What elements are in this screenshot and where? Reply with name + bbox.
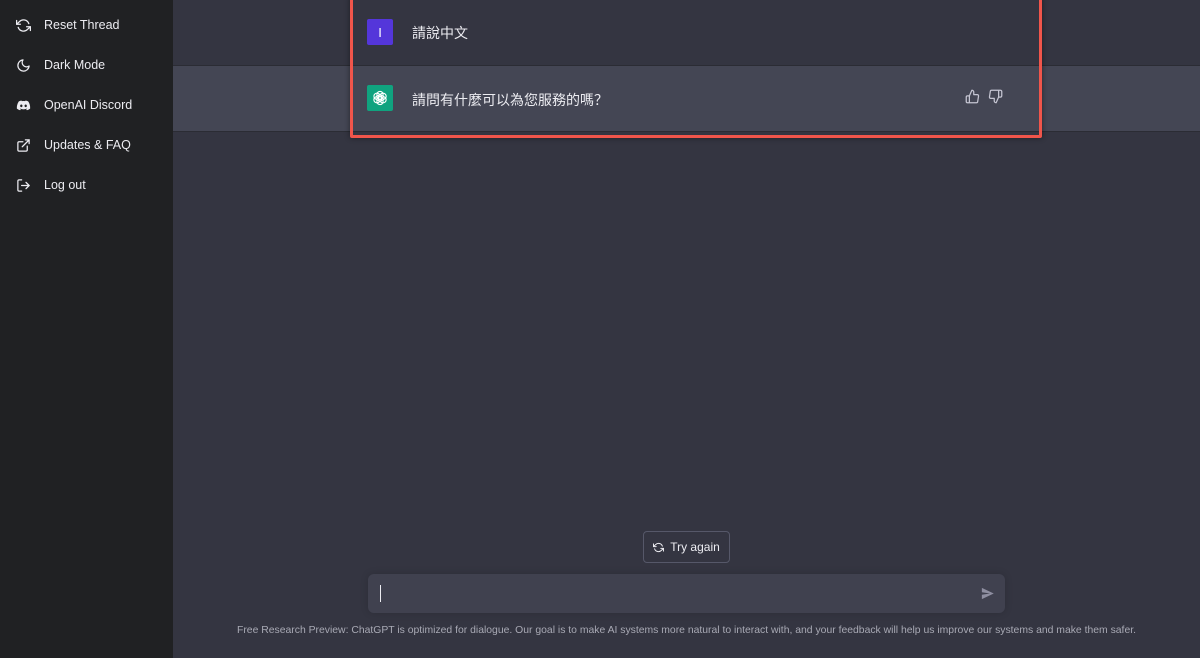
user-avatar-letter: I <box>378 24 382 40</box>
sidebar-item-openai-discord[interactable]: OpenAI Discord <box>16 93 166 117</box>
thumbs-down-icon[interactable] <box>988 89 1003 104</box>
discord-icon <box>16 100 31 110</box>
thumbs-up-icon[interactable] <box>965 89 980 104</box>
send-icon[interactable] <box>980 586 995 601</box>
refresh-icon <box>16 18 31 32</box>
sidebar-item-label: OpenAI Discord <box>44 98 133 112</box>
openai-logo-icon <box>367 85 393 111</box>
user-avatar: I <box>367 19 393 45</box>
sidebar-item-reset-thread[interactable]: Reset Thread <box>16 13 166 37</box>
user-message-text: 請說中文 <box>412 26 468 42</box>
sidebar-item-label: Log out <box>44 178 86 192</box>
try-again-label: Try again <box>670 540 720 554</box>
message-input[interactable] <box>368 574 1005 613</box>
sidebar: Reset Thread Dark Mode OpenAI Discord Up… <box>0 0 173 658</box>
sidebar-item-label: Dark Mode <box>44 58 106 72</box>
external-link-icon <box>17 138 30 152</box>
user-message-row: I 請說中文 <box>173 0 1200 66</box>
sidebar-item-label: Updates & FAQ <box>44 138 131 152</box>
sidebar-item-label: Reset Thread <box>44 18 120 32</box>
sidebar-item-updates-faq[interactable]: Updates & FAQ <box>16 133 166 157</box>
try-again-button[interactable]: Try again <box>643 531 730 563</box>
sidebar-item-dark-mode[interactable]: Dark Mode <box>16 53 166 77</box>
footer-disclaimer: Free Research Preview: ChatGPT is optimi… <box>237 625 1136 636</box>
sidebar-item-log-out[interactable]: Log out <box>16 173 166 197</box>
moon-icon <box>17 58 30 72</box>
assistant-message-text: 請問有什麼可以為您服務的嗎？ <box>412 93 608 109</box>
assistant-message-row: 請問有什麼可以為您服務的嗎？ <box>173 66 1200 132</box>
refresh-icon <box>653 542 665 552</box>
logout-icon <box>17 178 30 192</box>
text-caret <box>380 585 381 602</box>
